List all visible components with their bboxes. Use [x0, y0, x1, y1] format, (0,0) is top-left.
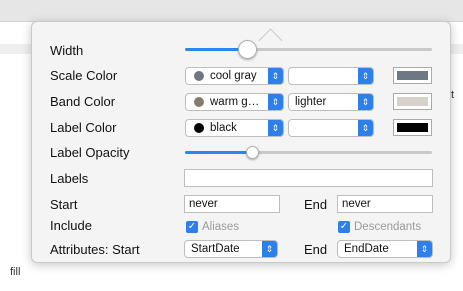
label-opacity-slider[interactable] [185, 146, 432, 159]
include-label: Include [50, 218, 92, 233]
aliases-checkbox[interactable]: ✓ [186, 221, 198, 233]
chevron-updown-icon: ⇕ [358, 94, 373, 110]
band-color-well[interactable] [393, 93, 432, 110]
label-color-well[interactable] [393, 119, 432, 136]
descendants-checkbox-label: Descendants [354, 221, 422, 233]
start-label: Start [50, 197, 78, 212]
chevron-updown-icon: ⇕ [268, 120, 283, 136]
band-color-modifier-popup[interactable]: lighter ⇕ [288, 93, 374, 111]
end-label: End [304, 197, 328, 212]
band-color-label: Band Color [50, 94, 116, 109]
band-color-well-swatch [397, 97, 428, 106]
labels-input[interactable] [184, 169, 433, 187]
background-text: t [451, 89, 455, 101]
label-opacity-slider-knob[interactable] [245, 146, 259, 159]
aliases-checkbox-label: Aliases [202, 221, 240, 233]
attributes-end-value: EndDate [344, 243, 389, 255]
descendants-checkbox[interactable]: ✓ [338, 221, 350, 233]
label-color-modifier-popup[interactable]: ⇕ [288, 119, 374, 137]
background-window-strip [0, 0, 463, 22]
chevron-updown-icon: ⇕ [417, 241, 432, 257]
labels-label: Labels [50, 171, 89, 186]
attributes-start-value: StartDate [191, 243, 240, 255]
attributes-end-label: End [304, 242, 328, 257]
end-input[interactable]: never [337, 195, 433, 213]
scale-color-label: Scale Color [50, 68, 118, 83]
attributes-start-popup[interactable]: StartDate ⇕ [184, 240, 278, 258]
chevron-updown-icon: ⇕ [268, 68, 283, 84]
band-color-modifier-value: lighter [295, 96, 327, 108]
chevron-updown-icon: ⇕ [358, 68, 373, 84]
chevron-updown-icon: ⇕ [268, 94, 283, 110]
scale-color-well[interactable] [393, 67, 432, 84]
width-slider[interactable] [185, 40, 432, 59]
label-opacity-label: Label Opacity [50, 145, 130, 160]
attributes-end-popup[interactable]: EndDate ⇕ [337, 240, 433, 258]
color-swatch-dot [194, 71, 204, 81]
chevron-updown-icon: ⇕ [262, 241, 277, 257]
start-input[interactable]: never [184, 195, 280, 213]
chevron-updown-icon: ⇕ [358, 120, 373, 136]
band-color-popup[interactable]: warm g… ⇕ [185, 93, 284, 111]
scale-color-well-swatch [397, 71, 428, 80]
end-value: never [342, 198, 371, 210]
label-color-popup[interactable]: black ⇕ [185, 119, 284, 137]
style-popover: Width Scale Color cool gray ⇕ ⇕ Band Col… [31, 21, 451, 263]
label-color-label: Label Color [50, 120, 117, 135]
label-color-well-swatch [397, 123, 428, 132]
band-color-value: warm g… [210, 96, 260, 108]
color-swatch-dot [194, 123, 204, 133]
width-label: Width [50, 43, 84, 58]
attributes-start-label: Attributes: Start [50, 242, 140, 257]
scale-color-modifier-popup[interactable]: ⇕ [288, 67, 374, 85]
color-swatch-dot [194, 97, 204, 107]
scale-color-popup[interactable]: cool gray ⇕ [185, 67, 284, 85]
label-opacity-slider-fill [185, 151, 252, 154]
background-text: fill [10, 266, 21, 278]
start-value: never [189, 198, 218, 210]
scale-color-value: cool gray [210, 70, 257, 82]
label-color-value: black [210, 122, 237, 134]
width-slider-knob[interactable] [237, 40, 257, 59]
